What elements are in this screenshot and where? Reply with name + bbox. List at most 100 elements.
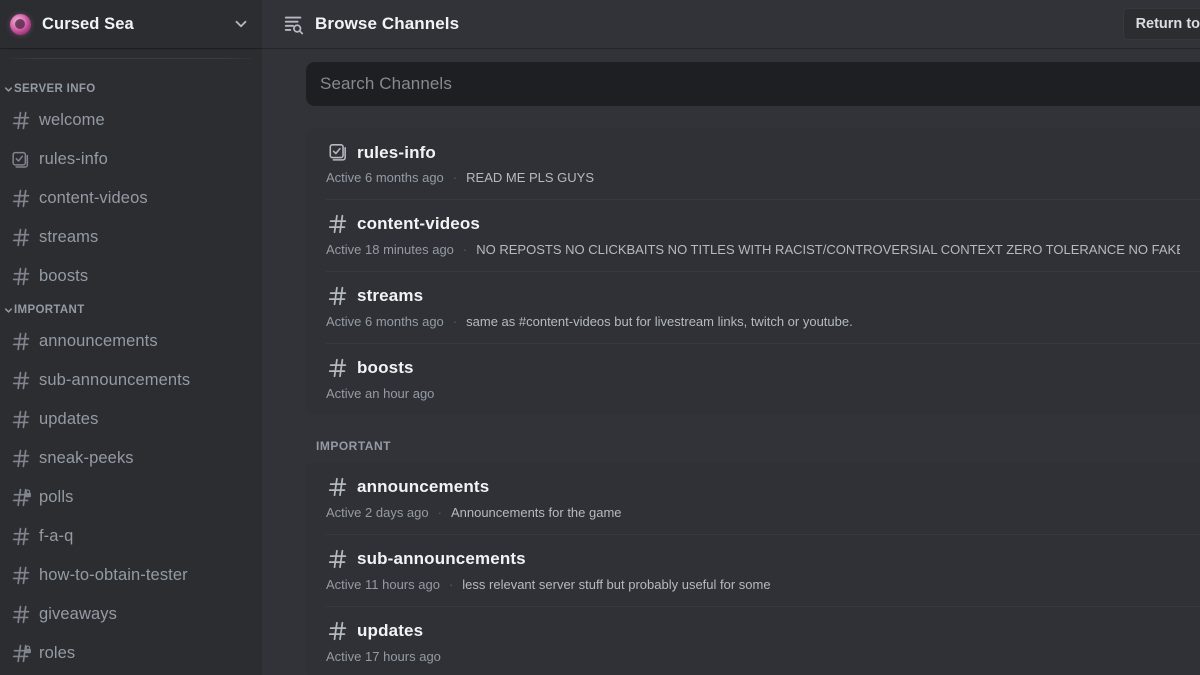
channel-name: boosts: [39, 267, 89, 285]
hash-lock-icon: [10, 487, 32, 508]
page-title: Browse Channels: [315, 14, 460, 33]
channel-category-server-info[interactable]: SERVER INFO: [0, 77, 262, 101]
sidebar-channel-f-a-q[interactable]: f-a-q: [0, 517, 254, 556]
sidebar-channel-boosts[interactable]: boosts: [0, 257, 254, 296]
channel-activity: Active 6 months ago: [326, 170, 444, 185]
channel-card-title: boosts: [326, 357, 1180, 379]
search-input[interactable]: Search Channels: [306, 62, 1200, 106]
return-to-channel-button[interactable]: Return to: [1122, 8, 1200, 40]
chevron-down-icon: [2, 84, 14, 95]
channel-card-content-videos[interactable]: content-videos Active 18 minutes ago · NO R…: [306, 199, 1200, 271]
rules-icon: [326, 142, 350, 163]
sidebar-channel-welcome[interactable]: welcome: [0, 101, 254, 140]
channel-card-meta: Active an hour ago: [326, 386, 1180, 401]
channel-card-group: announcements Active 2 days ago · Announcem…: [306, 462, 1200, 675]
discord-browse-channels-window: Cursed Sea SERVER INFO welcome rules-info c…: [0, 0, 1200, 675]
category-label: SERVER INFO: [14, 83, 96, 95]
channel-card-boosts[interactable]: boosts Active an hour ago: [306, 343, 1200, 415]
server-header[interactable]: Cursed Sea: [0, 0, 262, 48]
channel-name: sub-announcements: [39, 371, 191, 389]
sidebar-channel-streams[interactable]: streams: [0, 218, 254, 257]
channel-card-meta: Active 6 months ago · READ ME PLS GUYS: [326, 170, 1180, 185]
server-avatar: [10, 13, 31, 35]
sidebar-channel-announcements[interactable]: announcements: [0, 322, 254, 361]
hash-icon: [10, 565, 32, 586]
hash-icon: [10, 266, 32, 287]
channel-activity: Active 2 days ago: [326, 505, 429, 520]
meta-separator: ·: [452, 314, 458, 329]
hash-lock-icon: [10, 643, 32, 664]
hash-icon: [10, 331, 32, 352]
channel-card-updates[interactable]: updates Active 17 hours ago: [306, 606, 1200, 675]
channel-card-meta: Active 11 hours ago · less relevant server…: [326, 577, 1180, 592]
sidebar-channel-sub-announcements[interactable]: sub-announcements: [0, 361, 254, 400]
channel-card-title: streams: [326, 285, 1180, 307]
channel-activity: Active 18 minutes ago: [326, 242, 454, 257]
sidebar-channel-rules-info[interactable]: rules-info: [0, 140, 254, 179]
hash-icon: [10, 227, 32, 248]
main-panel: Browse Channels Return to Search Channel…: [262, 0, 1200, 675]
channel-name: giveaways: [39, 605, 117, 623]
channel-card-title: content-videos: [326, 213, 1180, 235]
channel-name: updates: [357, 621, 424, 640]
hash-icon: [326, 476, 350, 498]
meta-separator: ·: [437, 505, 442, 520]
channel-name: f-a-q: [39, 527, 74, 545]
channel-category-important[interactable]: IMPORTANT: [0, 298, 262, 322]
sidebar-channel-updates[interactable]: updates: [0, 400, 254, 439]
channel-name: rules-info: [39, 150, 108, 168]
hash-icon: [326, 357, 350, 379]
hash-icon: [10, 526, 32, 547]
return-button-label: Return to: [1135, 16, 1200, 32]
sidebar-channel-content-videos[interactable]: content-videos: [0, 179, 254, 218]
channel-name: announcements: [357, 477, 490, 496]
channel-card-title: announcements: [326, 476, 1180, 498]
channel-list[interactable]: SERVER INFO welcome rules-info content-vide…: [0, 59, 262, 675]
rules-icon: [10, 150, 32, 170]
sidebar-channel-sneak-peeks[interactable]: sneak-peeks: [0, 439, 254, 478]
channel-name: rules-info: [357, 142, 436, 162]
sidebar-channel-roles[interactable]: roles: [0, 634, 254, 673]
meta-separator: ·: [462, 242, 468, 257]
hash-icon: [326, 213, 350, 235]
channel-name: streams: [39, 228, 99, 246]
hash-icon: [10, 409, 32, 430]
hash-icon: [10, 370, 32, 391]
meta-separator: ·: [448, 577, 454, 592]
channel-card-rules-info[interactable]: rules-info Active 6 months ago · READ ME PL…: [306, 128, 1200, 199]
browse-channels-icon: [282, 12, 306, 36]
channel-name: welcome: [39, 111, 105, 129]
sidebar-channel-how-to-obtain-tester[interactable]: how-to-obtain-tester: [0, 556, 254, 595]
channel-topic: same as #content-videos but for livestre…: [466, 314, 853, 329]
channel-card-title: rules-info: [326, 142, 1180, 163]
channel-name: boosts: [357, 358, 414, 377]
meta-separator: ·: [452, 170, 458, 185]
channel-topic: Announcements for the game: [450, 505, 622, 520]
channel-card-meta: Active 18 minutes ago · NO REPOSTS NO CLIC…: [326, 242, 1180, 257]
channel-card-announcements[interactable]: announcements Active 2 days ago · Announcem…: [306, 462, 1200, 534]
channel-card-meta: Active 6 months ago · same as #content-vid…: [326, 314, 1180, 329]
channel-card-title: updates: [326, 620, 1180, 642]
channel-card-title: sub-announcements: [326, 548, 1180, 570]
channel-topic: NO REPOSTS NO CLICKBAITS NO TITLES WITH …: [476, 242, 1180, 257]
channel-activity: Active an hour ago: [326, 386, 435, 401]
channel-cards: rules-info Active 6 months ago · READ ME PL…: [262, 128, 1200, 675]
hash-icon: [10, 188, 32, 209]
channel-name: sub-announcements: [357, 549, 526, 568]
sidebar-channel-giveaways[interactable]: giveaways: [0, 595, 254, 634]
channel-name: announcements: [39, 332, 158, 350]
hash-icon: [326, 548, 350, 570]
browse-content: Search Channels rules-info Active 6 month…: [262, 48, 1200, 675]
browse-group-label: IMPORTANT: [316, 439, 391, 453]
sidebar-channel-polls[interactable]: polls: [0, 478, 254, 517]
channel-name: roles: [39, 644, 76, 662]
chevron-down-icon[interactable]: [232, 15, 250, 33]
channel-activity: Active 11 hours ago: [326, 577, 440, 592]
channel-card-streams[interactable]: streams Active 6 months ago · same as #cont…: [306, 271, 1200, 343]
channel-card-sub-announcements[interactable]: sub-announcements Active 11 hours ago · les…: [306, 534, 1200, 606]
channel-name: streams: [357, 286, 424, 305]
channel-activity: Active 6 months ago: [326, 314, 444, 329]
search-wrapper: Search Channels: [262, 62, 1200, 106]
channel-name: polls: [39, 488, 74, 506]
channel-card-group: rules-info Active 6 months ago · READ ME PL…: [306, 128, 1200, 415]
